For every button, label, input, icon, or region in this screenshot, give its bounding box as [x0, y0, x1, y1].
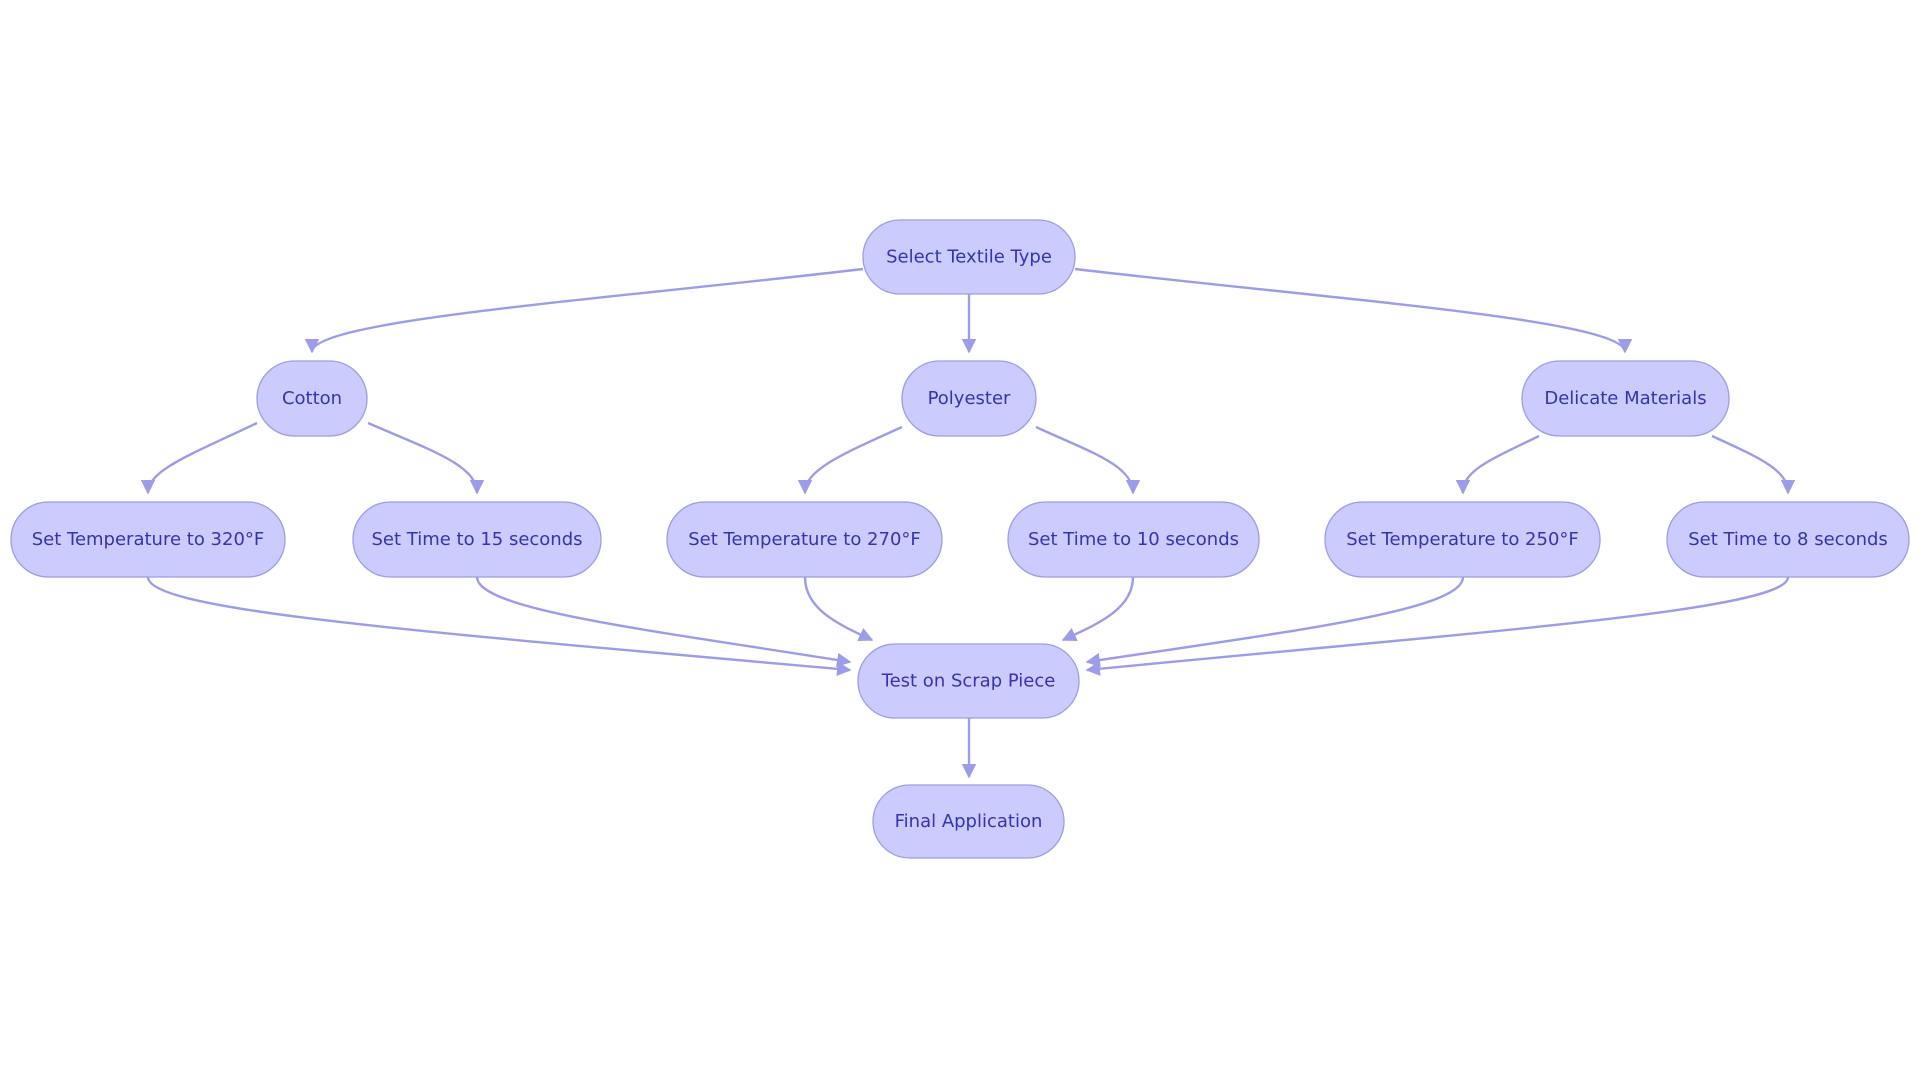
edge-delicate-to-t250: [1455, 434, 1540, 495]
node-label: Set Time to 15 seconds: [371, 529, 582, 550]
node-cotton: Cotton: [256, 360, 368, 437]
node-t250: Set Temperature to 250°F: [1324, 501, 1601, 578]
node-final: Final Application: [872, 784, 1065, 859]
node-time15: Set Time to 15 seconds: [352, 501, 602, 578]
edge-time8-to-test: [1085, 576, 1790, 676]
edge-cotton-to-time15: [367, 421, 485, 495]
node-polyester: Polyester: [901, 360, 1037, 437]
node-label: Set Time to 10 seconds: [1028, 529, 1239, 550]
node-select: Select Textile Type: [862, 219, 1076, 295]
node-label: Select Textile Type: [886, 247, 1052, 268]
edge-t270-to-test: [803, 576, 874, 642]
node-label: Delicate Materials: [1544, 388, 1706, 409]
edge-cotton-to-t320: [140, 421, 258, 495]
node-test: Test on Scrap Piece: [857, 643, 1080, 719]
edge-polyester-to-time10: [1035, 425, 1141, 495]
node-label: Test on Scrap Piece: [881, 671, 1056, 692]
node-label: Cotton: [282, 388, 342, 409]
edge-time15-to-test: [475, 576, 852, 668]
edge-select-to-cotton: [304, 267, 864, 354]
edge-time10-to-test: [1061, 576, 1135, 642]
node-label: Final Application: [895, 811, 1043, 832]
flowchart: Select Textile Type Cotton Polyester Delica…: [10, 219, 1910, 859]
node-delicate: Delicate Materials: [1521, 360, 1730, 437]
node-label: Set Temperature to 270°F: [688, 529, 921, 550]
node-time10: Set Time to 10 seconds: [1007, 501, 1260, 578]
node-t270: Set Temperature to 270°F: [666, 501, 943, 578]
node-label: Set Temperature to 250°F: [1346, 529, 1579, 550]
edge-t250-to-test: [1085, 576, 1465, 668]
node-label: Set Temperature to 320°F: [32, 529, 265, 550]
edge-select-to-delicate: [1074, 267, 1633, 354]
edge-polyester-to-t270: [797, 425, 903, 495]
node-label: Set Time to 8 seconds: [1688, 529, 1888, 550]
node-time8: Set Time to 8 seconds: [1666, 501, 1910, 578]
edge-t320-to-test: [146, 576, 852, 677]
edge-delicate-to-time8: [1711, 434, 1796, 495]
node-t320: Set Temperature to 320°F: [10, 501, 286, 578]
node-label: Polyester: [928, 388, 1011, 409]
